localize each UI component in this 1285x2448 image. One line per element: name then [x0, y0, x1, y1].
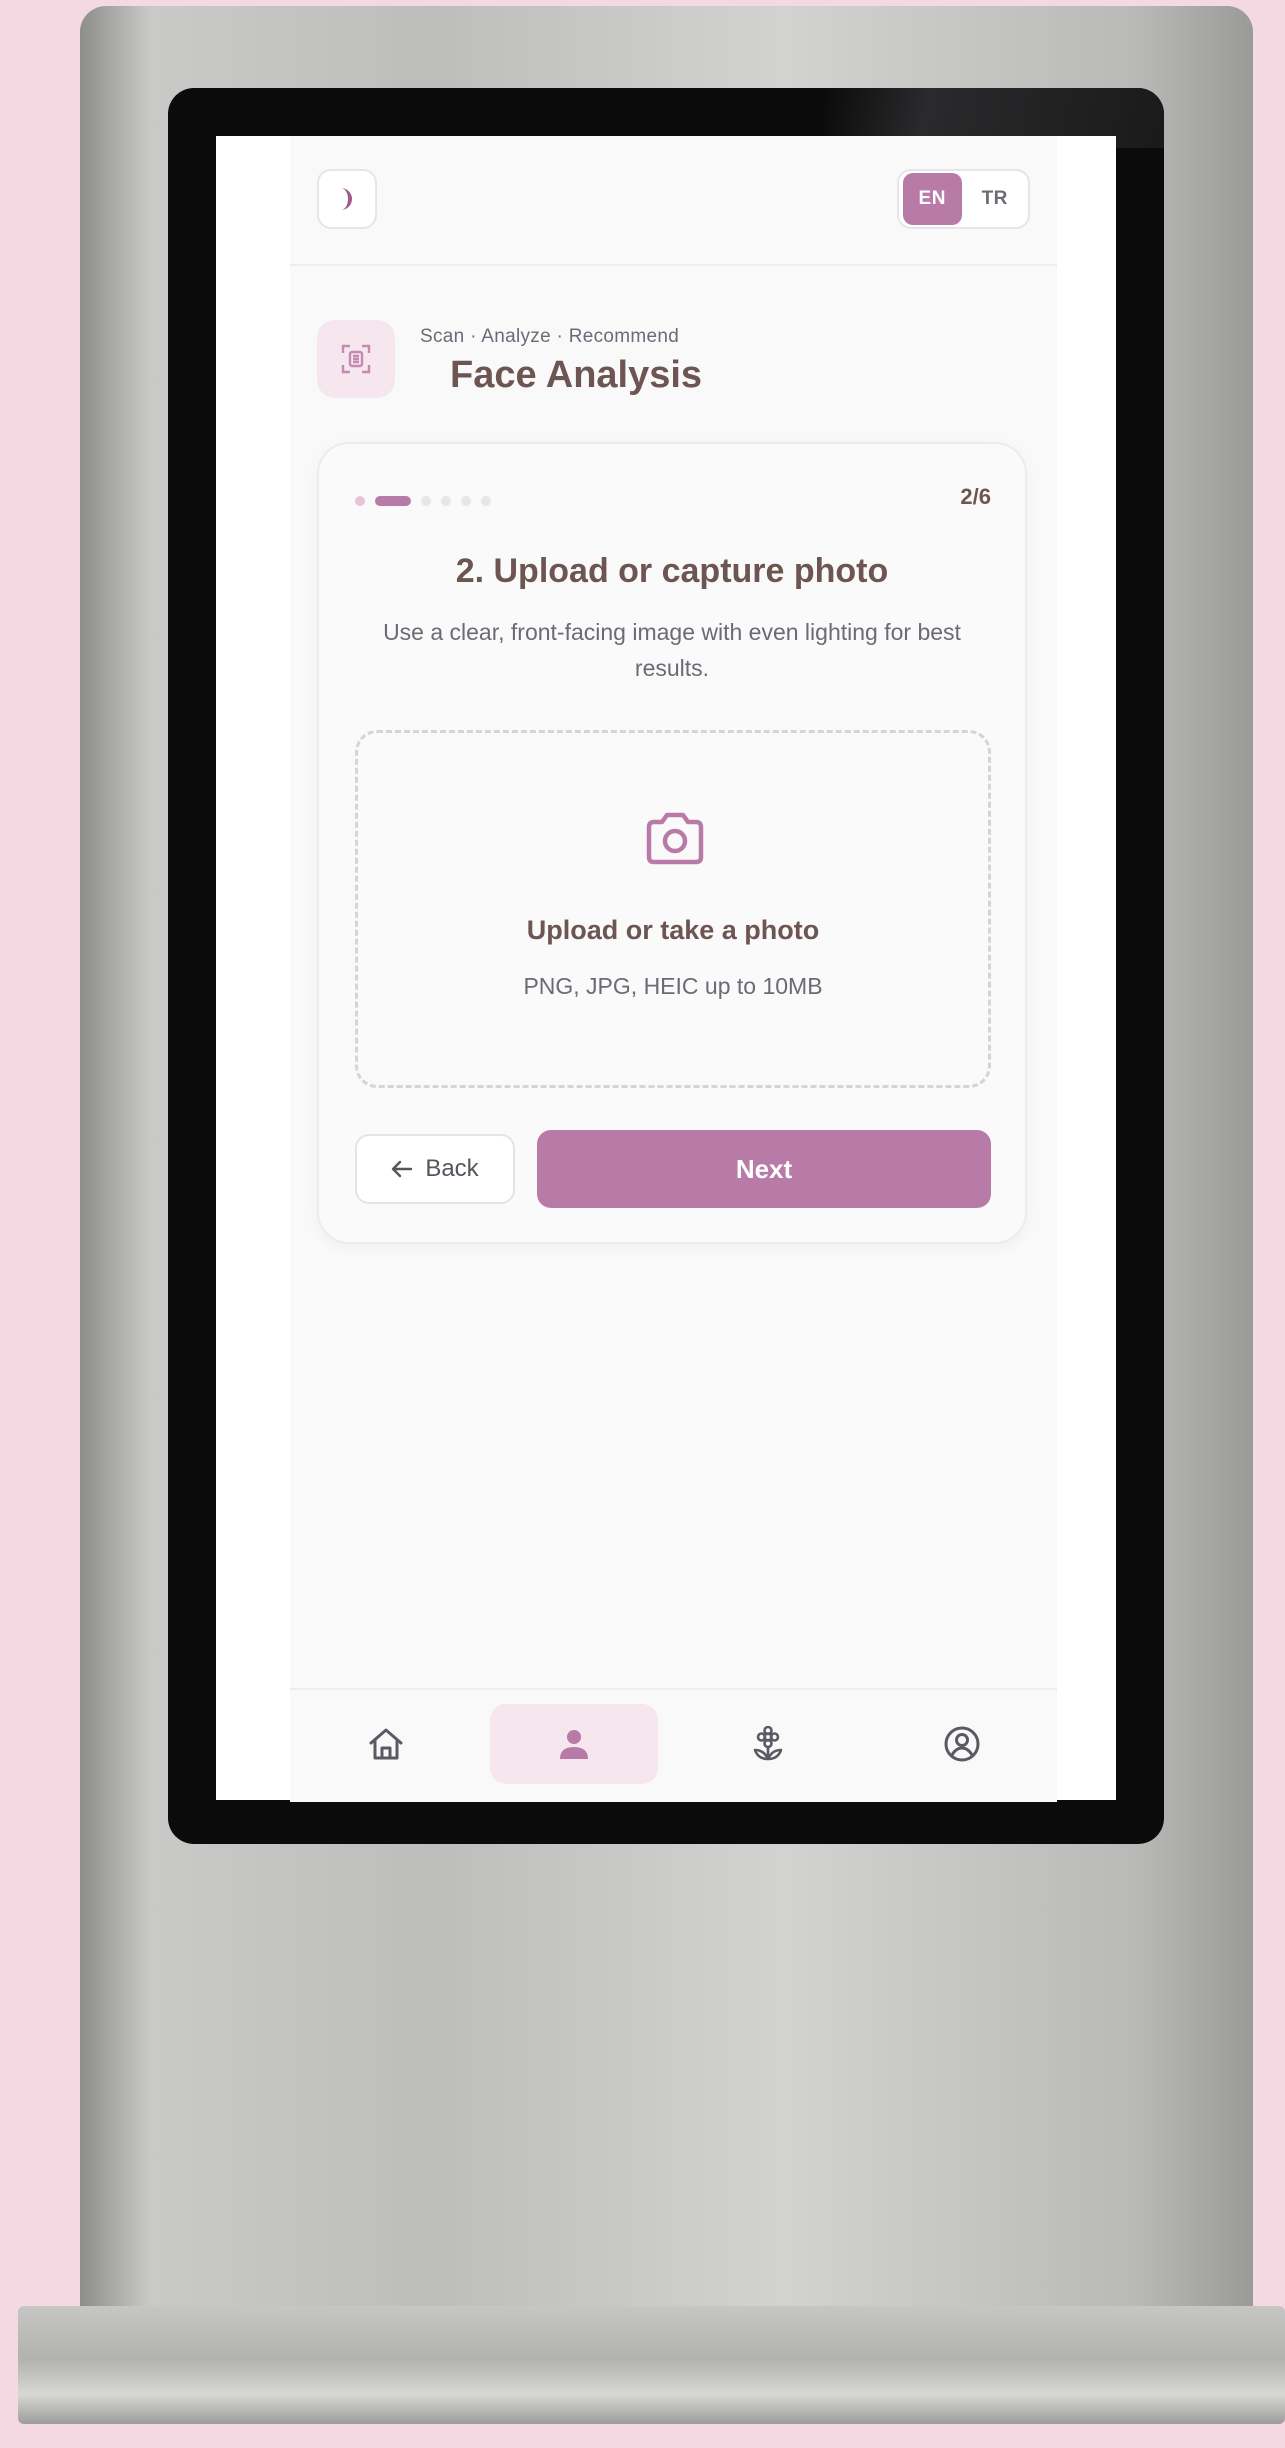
- language-switcher: EN TR: [897, 169, 1030, 229]
- theme-toggle-button[interactable]: [317, 169, 377, 229]
- nav-profile[interactable]: [878, 1704, 1046, 1784]
- upload-title: Upload or take a photo: [526, 915, 820, 945]
- next-button[interactable]: Next: [537, 1130, 991, 1208]
- page-title: Face Analysis: [450, 354, 703, 396]
- photo-upload-dropzone[interactable]: Upload or take a photo PNG, JPG, HEIC up…: [355, 730, 991, 1088]
- face-scan-icon: [317, 320, 395, 398]
- lang-option-en[interactable]: EN: [903, 173, 962, 225]
- step-title: 2. Upload or capture photo: [455, 552, 889, 590]
- step-dot-1: [355, 496, 365, 506]
- step-description: Use a clear, front-facing image with eve…: [383, 619, 961, 681]
- back-label: Back: [425, 1155, 479, 1182]
- user-icon: [560, 1730, 588, 1759]
- nav-products[interactable]: [684, 1704, 852, 1784]
- nav-home[interactable]: [302, 1704, 470, 1784]
- step-dot-5: [461, 496, 471, 506]
- lang-option-tr[interactable]: TR: [966, 173, 1025, 225]
- step-dot-6: [481, 496, 491, 506]
- app: EN TR Scan · Analyze · Recommend Face An…: [290, 136, 1057, 1802]
- page-kicker: Scan · Analyze · Recommend: [420, 326, 680, 347]
- step-dot-3: [421, 496, 431, 506]
- top-bar: EN TR: [290, 136, 1057, 266]
- step-dot-2: [375, 496, 411, 506]
- nav-face-analysis[interactable]: [490, 1704, 658, 1784]
- moon-icon: [341, 188, 352, 210]
- bottom-nav: [290, 1688, 1057, 1802]
- kiosk-base: [18, 2306, 1285, 2424]
- home-icon: [369, 1728, 403, 1760]
- step-dot-4: [441, 496, 451, 506]
- upload-subtitle: PNG, JPG, HEIC up to 10MB: [523, 973, 823, 999]
- flower-icon: [753, 1725, 783, 1761]
- step-counter: 2/6: [960, 484, 991, 509]
- arrow-left-icon: [392, 1160, 413, 1178]
- step-progress: [355, 496, 491, 506]
- camera-icon: [646, 812, 704, 865]
- profile-circle-icon: [944, 1726, 980, 1762]
- wizard-card: 2/6 2. Upload or capture photo Use a cle…: [317, 442, 1027, 1244]
- back-button[interactable]: Back: [355, 1134, 515, 1204]
